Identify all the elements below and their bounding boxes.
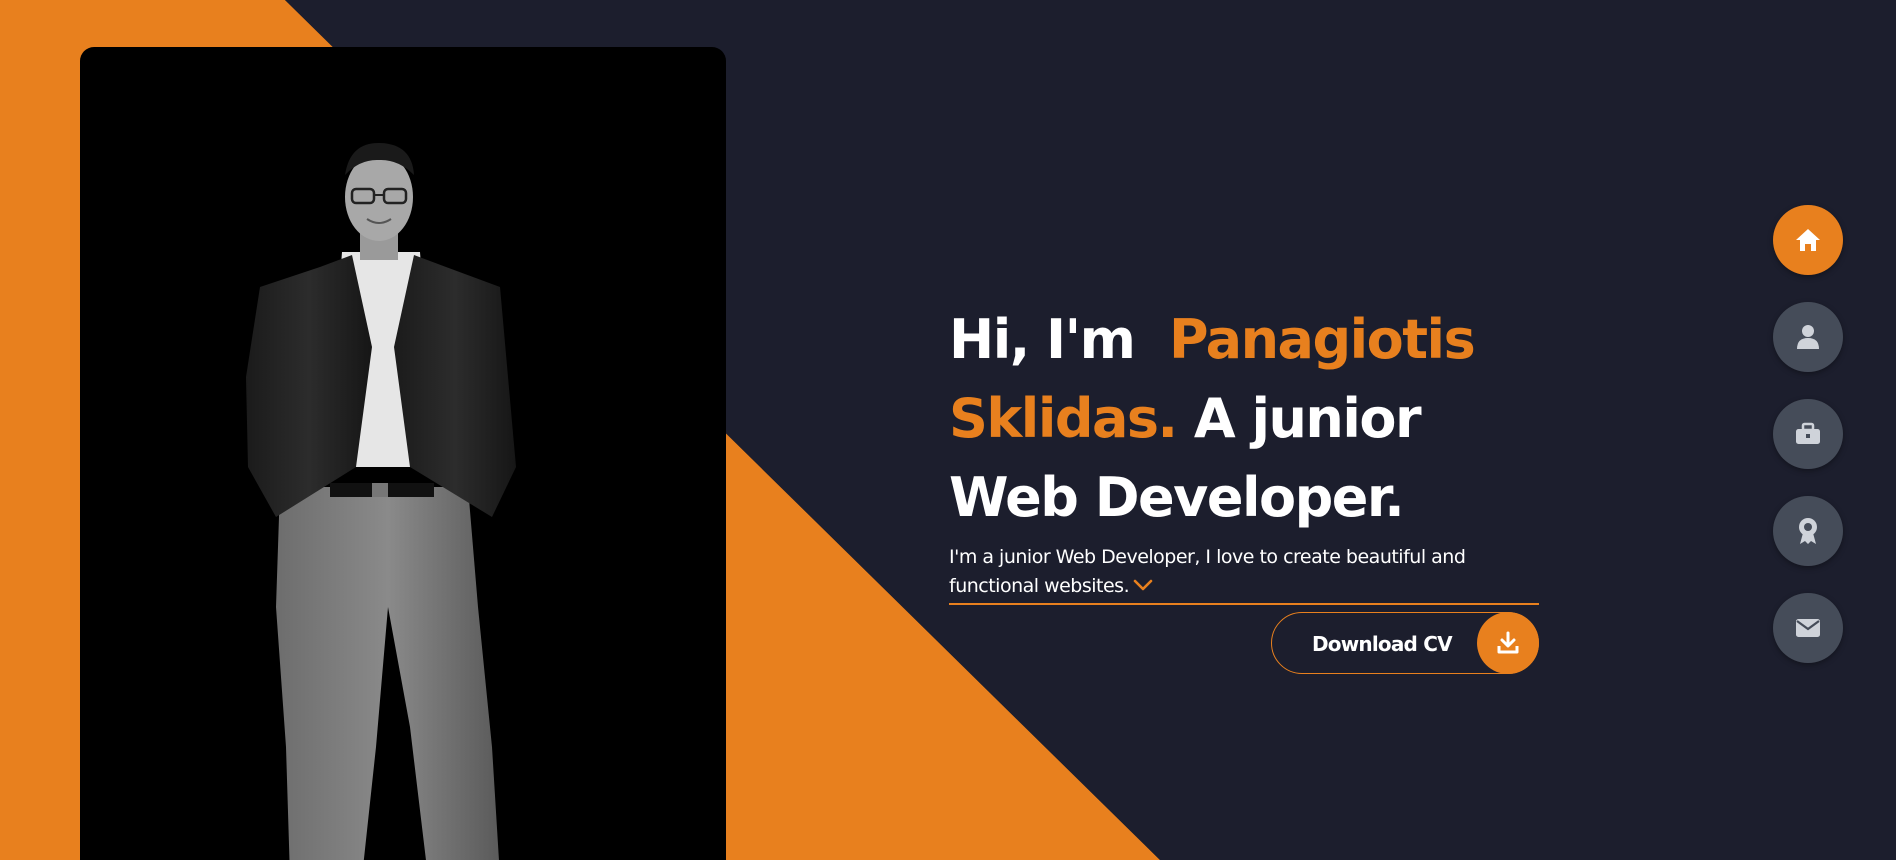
briefcase-icon <box>1796 422 1820 444</box>
user-icon <box>1797 325 1819 349</box>
nav-home-button[interactable] <box>1773 205 1843 275</box>
envelope-icon <box>1796 619 1820 637</box>
headline-greeting: Hi, I'm <box>949 308 1136 371</box>
download-cv-button[interactable]: Download CV <box>1271 612 1539 674</box>
home-icon <box>1796 229 1820 251</box>
nav-contact-button[interactable] <box>1773 593 1843 663</box>
nav-certificates-button[interactable] <box>1773 496 1843 566</box>
nav-about-button[interactable] <box>1773 302 1843 372</box>
hero-section: Hi, I'm Panagiotis Sklidas. A junior Web… <box>949 300 1539 674</box>
download-cv-label: Download CV <box>1312 632 1453 656</box>
side-navigation <box>1773 205 1843 690</box>
portrait-illustration <box>246 142 516 860</box>
profile-photo <box>80 47 726 860</box>
download-icon <box>1477 612 1539 674</box>
hero-headline: Hi, I'm Panagiotis Sklidas. A junior Web… <box>949 300 1539 537</box>
hero-subtext-text: I'm a junior Web Developer, I love to cr… <box>949 546 1466 597</box>
nav-portfolio-button[interactable] <box>1773 399 1843 469</box>
chevron-down-icon[interactable] <box>1133 572 1153 601</box>
hero-subtext: I'm a junior Web Developer, I love to cr… <box>949 543 1539 605</box>
award-icon <box>1799 518 1817 544</box>
page: Hi, I'm Panagiotis Sklidas. A junior Web… <box>0 0 1896 860</box>
